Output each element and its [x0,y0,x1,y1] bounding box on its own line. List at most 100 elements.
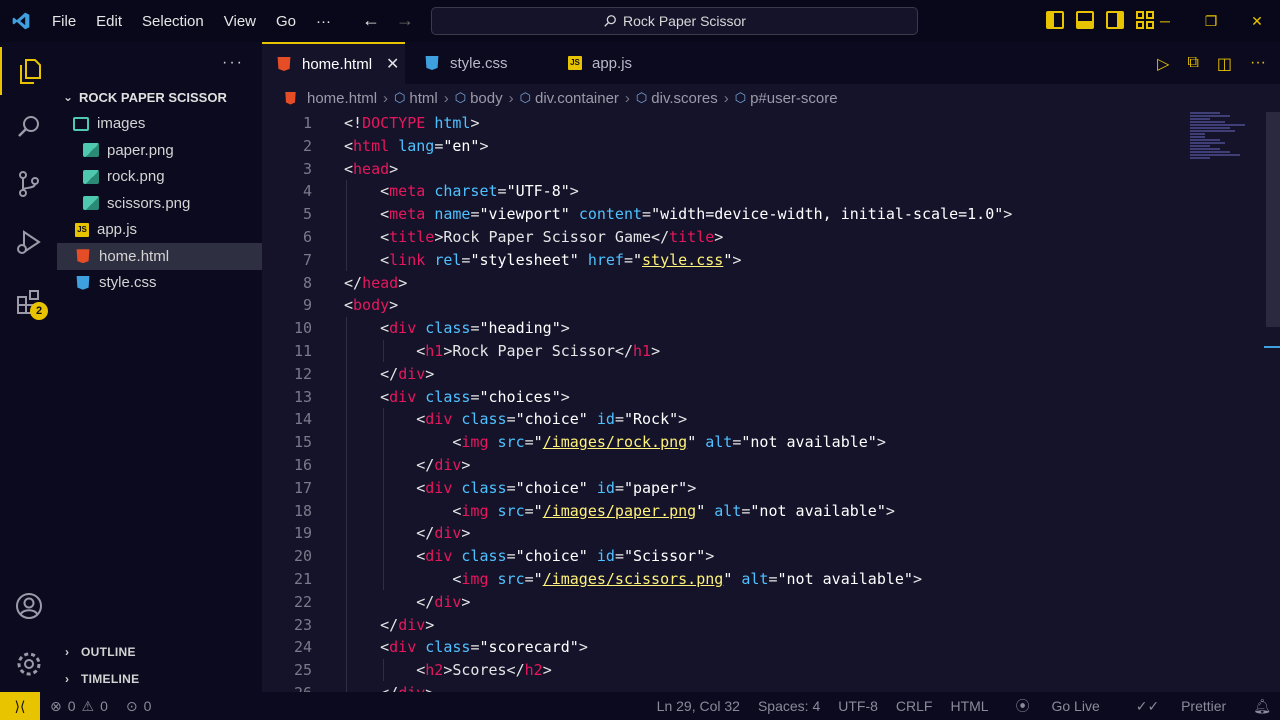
breadcrumb-item[interactable]: home.html [307,90,377,107]
explorer-more-actions[interactable]: ··· [222,54,244,72]
tab-style-css[interactable]: style.css [410,42,550,84]
code-line[interactable]: <div class="scorecard"> [344,636,1224,659]
code-line[interactable]: <img src="/images/scissors.png" alt="not… [344,568,1224,591]
code-line[interactable]: <div class="choice" id="paper"> [344,477,1224,500]
manage-gear-icon[interactable] [0,640,57,688]
code-token: head [353,159,390,178]
problems-indicator[interactable]: ⊗ 0 ⚠ 0 ⊙ 0 [50,698,151,715]
close-window-icon[interactable]: ✕ [1234,0,1280,42]
end-of-line[interactable]: CRLF [887,698,942,714]
code-line[interactable]: <h1>Rock Paper Scissor</h1> [344,340,1224,363]
tree-item-scissors-png[interactable]: scissors.png [57,190,262,217]
breadcrumb-item[interactable]: body [470,90,503,107]
code-line[interactable]: <link rel="stylesheet" href="style.css"> [344,249,1224,272]
code-editor[interactable]: 1 2 3 4 5 6 7 8 9 10 11 12 13 14 15 16 17 18 19 20 21 22 23 24 2… [262,112,1280,692]
tree-item-app-js[interactable]: JS app.js [57,217,262,244]
code-token: id [596,478,615,497]
breadcrumb-item[interactable]: p#user-score [750,90,838,107]
encoding[interactable]: UTF-8 [829,698,887,714]
code-line[interactable]: <html lang="en"> [344,135,1224,158]
code-line[interactable]: <meta charset="UTF-8"> [344,180,1224,203]
tab-app-js[interactable]: JS app.js [554,42,696,84]
outline-section[interactable]: › OUTLINE [57,639,262,665]
code-line[interactable]: </div> [344,522,1224,545]
code-token: head [362,273,399,292]
split-editor-icon[interactable]: ◫ [1217,54,1232,74]
code-line[interactable]: <title>Rock Paper Scissor Game</title> [344,226,1224,249]
code-line[interactable]: </div> [344,591,1224,614]
line-number: 24 [293,638,312,657]
code-line[interactable]: </div> [344,614,1224,637]
code-line[interactable]: <!DOCTYPE html> [344,112,1224,135]
vertical-scrollbar[interactable] [1266,112,1280,327]
toggle-secondary-sidebar-icon[interactable] [1106,11,1124,29]
menu-selection[interactable]: Selection [132,13,214,30]
code-line[interactable]: <h2>Scores</h2> [344,659,1224,682]
code-line[interactable]: <img src="/images/paper.png" alt="not av… [344,500,1224,523]
search-view-icon[interactable] [0,103,57,151]
code-line[interactable]: <body> [344,294,1224,317]
breadcrumb-item[interactable]: html [409,90,437,107]
remote-indicator-icon[interactable]: ⟩⟨ [0,692,40,720]
source-control-icon[interactable] [0,160,57,208]
command-center-search[interactable]: Rock Paper Scissor [431,7,918,35]
line-number: 8 [302,273,312,292]
tree-item-images[interactable]: images [57,111,262,138]
code-token: alt [741,569,769,588]
code-token: = [506,478,516,497]
extensions-icon[interactable] [0,278,57,326]
breadcrumb-item[interactable]: div.container [535,90,619,107]
run-icon[interactable]: ▷ [1157,54,1169,74]
restore-icon[interactable]: ❐ [1188,0,1234,42]
menu-more[interactable]: ··· [306,13,341,30]
open-preview-icon[interactable]: ⧉ [1187,54,1198,74]
notifications-bell-icon[interactable]: 🔔︎ [1244,698,1280,715]
minimap[interactable] [1190,112,1250,172]
code-line[interactable]: </head> [344,272,1224,295]
chevron-right-icon: › [65,645,70,659]
code-area[interactable]: <!DOCTYPE html> <html lang="en"> <head> <m… [344,112,1224,692]
code-line[interactable]: <div class="choice" id="Rock"> [344,408,1224,431]
code-token: > [389,159,399,178]
code-token: title [389,227,435,246]
more-actions-icon[interactable]: ··· [1250,54,1266,74]
project-root-folder[interactable]: ⌄ ROCK PAPER SCISSOR [57,84,262,111]
code-line[interactable]: <div class="heading"> [344,317,1224,340]
code-line[interactable]: <img src="/images/rock.png" alt="not ava… [344,431,1224,454]
menu-view[interactable]: View [214,13,266,30]
accounts-icon[interactable] [0,582,57,630]
menu-file[interactable]: File [42,13,86,30]
explorer-icon[interactable] [0,47,57,95]
close-icon[interactable]: ✕ [386,54,399,74]
code-token: </ [344,364,399,383]
toggle-panel-icon[interactable] [1076,11,1094,29]
code-line[interactable]: </div> [344,363,1224,386]
cursor-position[interactable]: Ln 29, Col 32 [648,698,749,714]
tree-item-style-css[interactable]: style.css [57,270,262,297]
code-line[interactable]: </div> [344,454,1224,477]
back-arrow-icon[interactable]: ← [362,10,380,31]
tab-home-html[interactable]: home.html ✕ [262,42,405,84]
tree-item-paper-png[interactable]: paper.png [57,137,262,164]
prettier-button[interactable]: ✓✓ Prettier [1118,698,1244,715]
code-line[interactable]: <head> [344,158,1224,181]
code-line[interactable]: <meta name="viewport" content="width=dev… [344,203,1224,226]
toggle-primary-sidebar-icon[interactable] [1046,11,1064,29]
forward-arrow-icon[interactable]: → [396,10,414,31]
language-mode[interactable]: HTML [941,698,997,714]
breadcrumb-item[interactable]: div.scores [651,90,717,107]
code-line[interactable]: </div> [344,682,1224,692]
timeline-section[interactable]: › TIMELINE [57,666,262,692]
line-number: 19 [293,524,312,543]
menu-go[interactable]: Go [266,13,306,30]
tree-item-rock-png[interactable]: rock.png [57,164,262,191]
tree-item-home-html[interactable]: home.html [57,243,262,270]
menu-edit[interactable]: Edit [86,13,132,30]
indentation[interactable]: Spaces: 4 [749,698,829,714]
run-debug-icon[interactable] [0,218,57,266]
code-line[interactable]: <div class="choices"> [344,386,1224,409]
go-live-button[interactable]: ⦿ Go Live [998,696,1118,716]
code-line[interactable]: <div class="choice" id="Scissor"> [344,545,1224,568]
minimize-icon[interactable]: ─ [1142,0,1188,42]
